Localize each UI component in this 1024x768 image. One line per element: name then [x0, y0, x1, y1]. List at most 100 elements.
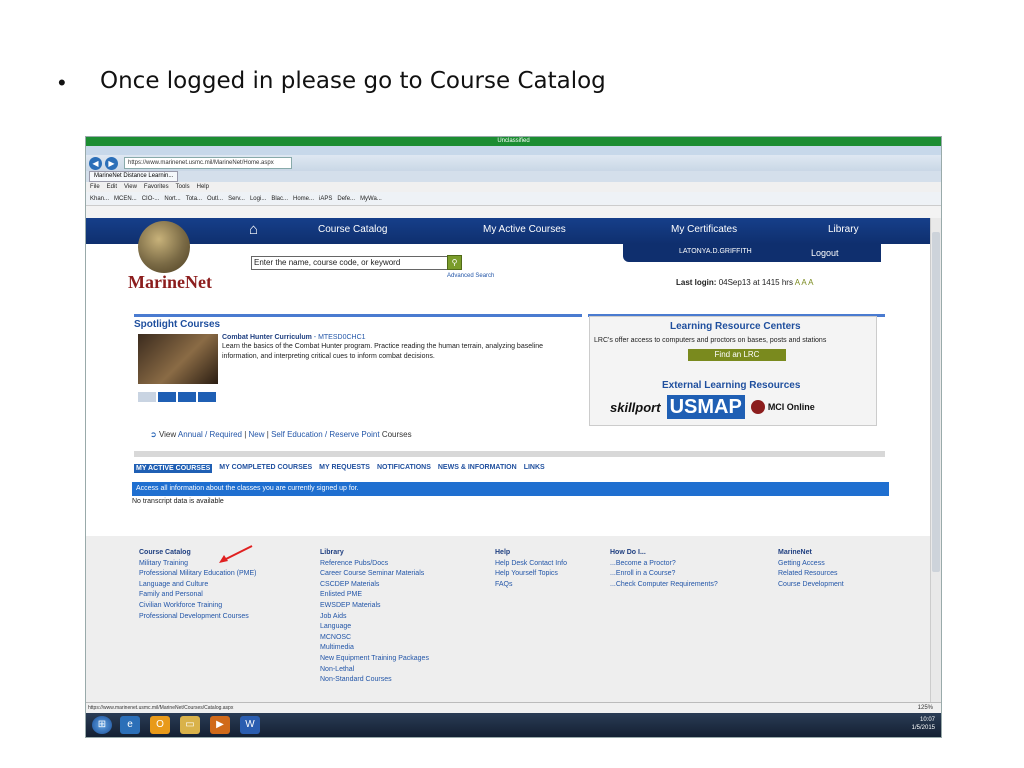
footer-heading[interactable]: How Do I... [610, 548, 718, 559]
user-menu[interactable]: LATONYA.D.GRIFFITH [679, 248, 752, 255]
search-input[interactable]: Enter the name, course code, or keyword [251, 256, 449, 270]
footer-link[interactable]: Family and Personal [139, 590, 257, 601]
search-icon[interactable]: ⚲ [447, 255, 462, 270]
footer-link[interactable]: Getting Access [778, 559, 844, 570]
footer-link[interactable]: FAQs [495, 580, 567, 591]
footer-link[interactable]: Non-Standard Courses [320, 675, 429, 686]
usmap-logo[interactable]: USMAP [666, 395, 745, 419]
new-link[interactable]: New [249, 430, 265, 439]
footer-link[interactable]: Non-Lethal [320, 665, 429, 676]
spotlight-course: Combat Hunter Curriculum - MTESD0CHC1 [222, 334, 366, 341]
home-icon[interactable]: ⌂ [249, 221, 258, 238]
nav-my-active-courses[interactable]: My Active Courses [483, 224, 566, 235]
site-logo-text[interactable]: MarineNet [128, 272, 212, 293]
logout-link[interactable]: Logout [811, 248, 839, 258]
footer-link[interactable]: Professional Development Courses [139, 612, 257, 623]
find-lrc-button[interactable]: Find an LRC [688, 349, 786, 361]
menu-edit[interactable]: Edit [107, 184, 117, 190]
course-name-link[interactable]: Combat Hunter Curriculum [222, 334, 312, 341]
url-field[interactable]: https://www.marinenet.usmc.mil/MarineNet… [124, 157, 292, 169]
tab-my-completed-courses[interactable]: MY COMPLETED COURSES [219, 464, 312, 473]
outlook-icon[interactable]: O [150, 716, 170, 734]
footer-link[interactable]: Language and Culture [139, 580, 257, 591]
internet-explorer-icon[interactable]: e [120, 716, 140, 734]
favorite-link[interactable]: MyWa... [360, 196, 382, 202]
word-icon[interactable]: W [240, 716, 260, 734]
favorite-link[interactable]: Nort... [164, 196, 180, 202]
zoom-level[interactable]: 125% [918, 703, 933, 713]
scrollbar-thumb[interactable] [932, 232, 940, 572]
media-player-icon[interactable]: ▶ [210, 716, 230, 734]
course-thumbnail[interactable] [138, 334, 218, 384]
footer-link[interactable]: EWSDEP Materials [320, 601, 429, 612]
favorite-link[interactable]: Serv... [228, 196, 245, 202]
footer-link[interactable]: Help Desk Contact Info [495, 559, 567, 570]
footer-link[interactable]: CSCDEP Materials [320, 580, 429, 591]
browser-tab[interactable]: MarineNet Distance Learnin... [89, 171, 179, 182]
footer-course-catalog-link[interactable]: Course Catalog [139, 548, 257, 559]
menu-file[interactable]: File [90, 184, 100, 190]
menu-help[interactable]: Help [197, 184, 209, 190]
footer-link[interactable]: ...Become a Proctor? [610, 559, 718, 570]
footer-heading[interactable]: Library [320, 548, 429, 559]
nav-library[interactable]: Library [828, 224, 859, 235]
font-size-controls[interactable]: A A A [795, 278, 814, 287]
nav-my-certificates[interactable]: My Certificates [671, 224, 737, 235]
annual-required-link[interactable]: Annual / Required [178, 430, 242, 439]
footer-link[interactable]: Military Training [139, 559, 257, 570]
footer-link[interactable]: Help Yourself Topics [495, 569, 567, 580]
footer-link[interactable]: Career Course Seminar Materials [320, 569, 429, 580]
start-button-icon[interactable]: ⊞ [92, 716, 112, 734]
footer-link[interactable]: Job Aids [320, 612, 429, 623]
carousel-dot[interactable] [198, 392, 216, 402]
footer-link[interactable]: Civilian Workforce Training [139, 601, 257, 612]
favorite-link[interactable]: iAPS [319, 196, 332, 202]
footer-link[interactable]: Reference Pubs/Docs [320, 559, 429, 570]
tab-my-active-courses[interactable]: MY ACTIVE COURSES [134, 464, 213, 473]
folder-icon[interactable]: ▭ [180, 716, 200, 734]
tab-news-information[interactable]: NEWS & INFORMATION [438, 464, 517, 473]
lrc-description: LRC's offer access to computers and proc… [594, 337, 827, 344]
favorite-link[interactable]: Outl... [207, 196, 223, 202]
footer-link[interactable]: Course Development [778, 580, 844, 591]
carousel-dot[interactable] [178, 392, 196, 402]
favorite-link[interactable]: Logi... [250, 196, 266, 202]
menu-view[interactable]: View [124, 184, 137, 190]
tab-links[interactable]: LINKS [524, 464, 545, 473]
footer-link[interactable]: New Equipment Training Packages [320, 654, 429, 665]
mci-online-link[interactable]: MCI Online [750, 400, 815, 414]
carousel-dot[interactable] [138, 392, 156, 402]
footer-link[interactable]: Multimedia [320, 643, 429, 654]
tab-notifications[interactable]: NOTIFICATIONS [377, 464, 431, 473]
carousel-dot[interactable] [158, 392, 176, 402]
footer-heading[interactable]: MarineNet [778, 548, 844, 559]
favorite-link[interactable]: Khan... [90, 196, 109, 202]
back-icon[interactable]: ◀ [89, 156, 102, 170]
favorite-link[interactable]: CIO-... [142, 196, 160, 202]
menu-favorites[interactable]: Favorites [144, 184, 169, 190]
footer-heading[interactable]: Help [495, 548, 567, 559]
footer-link[interactable]: ...Check Computer Requirements? [610, 580, 718, 591]
skillport-logo[interactable]: skillport [610, 400, 661, 415]
advanced-search-link[interactable]: Advanced Search [447, 273, 494, 279]
lrc-panel: Learning Resource Centers LRC's offer ac… [589, 316, 877, 426]
favorite-link[interactable]: Defe... [337, 196, 355, 202]
favorite-link[interactable]: Home... [293, 196, 314, 202]
web-page: MarineNet ⌂ Course Catalog My Active Cou… [86, 218, 931, 702]
footer-link[interactable]: Language [320, 622, 429, 633]
favorite-link[interactable]: MCEN... [114, 196, 137, 202]
nav-course-catalog[interactable]: Course Catalog [318, 224, 387, 235]
footer-link[interactable]: Enlisted PME [320, 590, 429, 601]
footer-link[interactable]: ...Enroll in a Course? [610, 569, 718, 580]
tab-my-requests[interactable]: MY REQUESTS [319, 464, 370, 473]
menu-tools[interactable]: Tools [176, 184, 190, 190]
forward-icon[interactable]: ▶ [105, 156, 118, 170]
lrc-title: Learning Resource Centers [670, 321, 801, 332]
system-clock[interactable]: 10:07 1/5/2015 [912, 716, 935, 732]
footer-link[interactable]: Professional Military Education (PME) [139, 569, 257, 580]
favorite-link[interactable]: Blac... [271, 196, 288, 202]
footer-link[interactable]: MCNOSC [320, 633, 429, 644]
favorite-link[interactable]: Tota... [186, 196, 202, 202]
footer-link[interactable]: Related Resources [778, 569, 844, 580]
self-education-link[interactable]: Self Education / Reserve Point [271, 430, 380, 439]
